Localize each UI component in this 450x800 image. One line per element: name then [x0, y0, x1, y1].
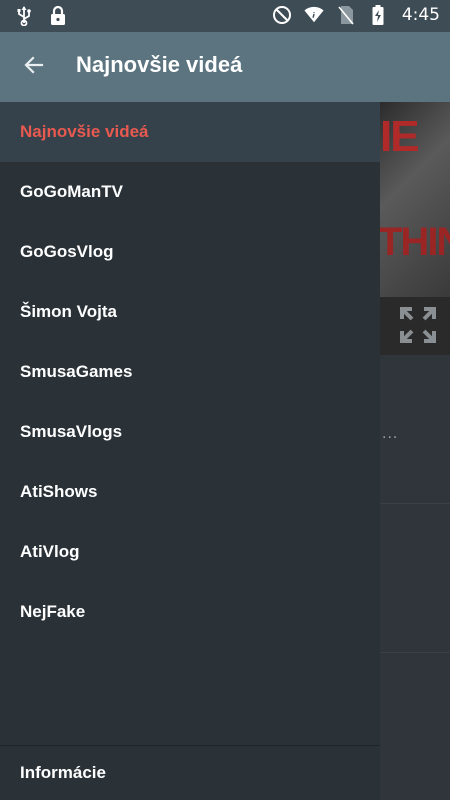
drawer-item-label: AtiShows: [20, 482, 98, 501]
drawer-item-label: Najnovšie videá: [20, 122, 149, 141]
status-bar: 4:45: [0, 0, 450, 32]
drawer-item-smusavlogs[interactable]: SmusaVlogs: [0, 402, 380, 462]
status-time: 4:45: [401, 5, 440, 25]
drawer-item-smusagames[interactable]: SmusaGames: [0, 342, 380, 402]
drawer-item-label: GoGoManTV: [20, 182, 123, 201]
drawer-item-gogosvlog[interactable]: GoGosVlog: [0, 222, 380, 282]
video-card[interactable]: [380, 504, 450, 653]
drawer-item-label: SmusaVlogs: [20, 422, 123, 441]
no-sim-icon: [336, 5, 356, 25]
arrow-back-icon: [22, 53, 46, 82]
drawer-item-gogomantv[interactable]: GoGoManTV: [0, 162, 380, 222]
fullscreen-icon[interactable]: [398, 305, 438, 345]
drawer-item-label: GoGosVlog: [20, 242, 114, 261]
usb-icon: [14, 6, 34, 26]
page-title: Najnovšie videá: [76, 52, 243, 77]
video-card[interactable]: [380, 653, 450, 800]
wifi-icon: [304, 5, 324, 25]
lock-icon: [48, 6, 68, 26]
battery-charging-icon: [368, 5, 388, 25]
drawer-item-label: Šimon Vojta: [20, 302, 117, 321]
video-card[interactable]: ...: [380, 355, 450, 504]
drawer-item-najnovsie-videa[interactable]: Najnovšie videá: [0, 102, 380, 162]
thumbnail-text-mid: THIN: [380, 220, 450, 264]
drawer-item-label: AtiVlog: [20, 542, 80, 561]
thumbnail-text-top: IE: [380, 112, 420, 161]
drawer-item-atishows[interactable]: AtiShows: [0, 462, 380, 522]
app-toolbar: Najnovšie videá: [0, 32, 450, 102]
drawer-item-informacie[interactable]: Informácie: [0, 745, 380, 800]
drawer-footer-label: Informácie: [20, 763, 106, 782]
video-controls-bar: [380, 297, 450, 355]
back-button[interactable]: [16, 49, 52, 85]
drawer-item-simon-vojta[interactable]: Šimon Vojta: [0, 282, 380, 342]
drawer-item-label: SmusaGames: [20, 362, 133, 381]
drawer-item-nejfake[interactable]: NejFake: [0, 582, 380, 642]
navigation-drawer: Najnovšie videá GoGoManTV GoGosVlog Šimo…: [0, 102, 380, 800]
drawer-item-label: NejFake: [20, 602, 86, 621]
video-thumbnail[interactable]: IE THIN: [380, 102, 450, 297]
more-options-icon[interactable]: ...: [382, 425, 398, 443]
do-not-disturb-icon: [272, 5, 292, 25]
drawer-item-ativlog[interactable]: AtiVlog: [0, 522, 380, 582]
video-list-background: IE THIN ...: [380, 102, 450, 800]
